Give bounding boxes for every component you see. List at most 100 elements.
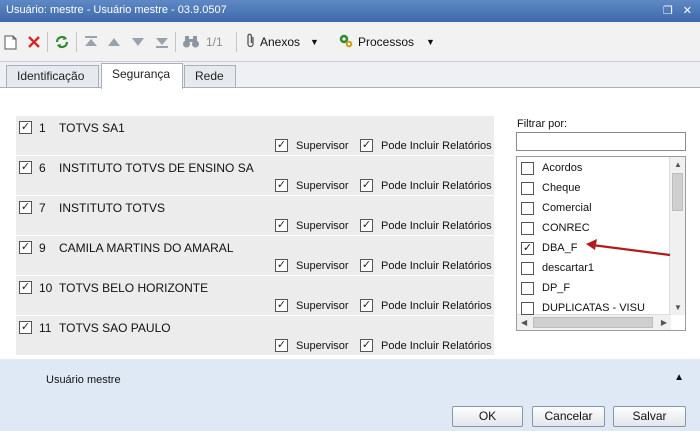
annotation-arrow-icon <box>586 239 671 257</box>
company-name: TOTVS SAO PAULO <box>59 321 171 335</box>
company-checkbox[interactable]: ✓ <box>19 321 32 334</box>
company-name: INSTITUTO TOTVS <box>59 201 166 215</box>
group-checkbox[interactable] <box>521 261 534 275</box>
company-entry: ✓ 9 CAMILA MARTINS DO AMARAL ✓ Supervisor ✓ Po… <box>16 236 494 276</box>
filter-label: Filtrar por: <box>517 118 568 130</box>
chevron-down-icon: ▼ <box>310 37 319 47</box>
paperclip-icon <box>246 33 256 51</box>
processes-menu[interactable]: Processos ▼ <box>338 33 435 51</box>
group-label: Acordos <box>542 162 583 174</box>
company-code: 10 <box>39 281 53 295</box>
last-record-icon[interactable] <box>155 33 169 51</box>
refresh-icon[interactable] <box>54 33 70 51</box>
tab-rede[interactable]: Rede <box>184 65 236 88</box>
reports-checkbox[interactable]: ✓ <box>360 179 373 192</box>
tab-strip: Identificação Segurança Rede <box>0 62 700 89</box>
processes-label: Processos <box>358 35 415 49</box>
company-checkbox[interactable]: ✓ <box>19 281 32 294</box>
company-code: 9 <box>39 241 46 255</box>
scroll-thumb-horizontal[interactable] <box>533 317 653 328</box>
group-checkbox[interactable] <box>521 281 534 295</box>
group-checkbox[interactable] <box>521 161 534 175</box>
status-user: Usuário mestre <box>46 374 121 386</box>
company-entry: ✓ 10 TOTVS BELO HORIZONTE ✓ Supervisor ✓ Pode … <box>16 276 494 316</box>
cancel-button[interactable]: Cancelar <box>532 406 605 427</box>
company-code: 6 <box>39 161 46 175</box>
toolbar: 1/1 Anexos ▼ Processos ▼ <box>0 22 700 62</box>
filter-input[interactable] <box>516 132 686 151</box>
group-checkbox[interactable] <box>521 221 534 235</box>
reports-checkbox[interactable]: ✓ <box>360 259 373 272</box>
gear-icon <box>338 33 353 51</box>
tab-seguranca[interactable]: Segurança <box>101 63 183 89</box>
scroll-down-icon[interactable]: ▼ <box>674 303 682 312</box>
reports-label: Pode Incluir Relatórios <box>381 300 492 312</box>
company-name: CAMILA MARTINS DO AMARAL <box>59 241 234 255</box>
scroll-left-icon[interactable]: ◀ <box>521 318 527 327</box>
security-panel: ✓ 1 TOTVS SA1 ✓ Supervisor ✓ Pode Incluir Rela… <box>0 87 700 359</box>
company-entry: ✓ 11 TOTVS SAO PAULO ✓ Supervisor ✓ Pode Inclu… <box>16 316 494 356</box>
reports-checkbox[interactable]: ✓ <box>360 139 373 152</box>
group-list-item[interactable]: Comercial <box>521 198 592 218</box>
supervisor-checkbox[interactable]: ✓ <box>275 139 288 152</box>
group-list-item[interactable]: Acordos <box>521 158 582 178</box>
scroll-thumb[interactable] <box>672 173 683 211</box>
reports-checkbox[interactable]: ✓ <box>360 219 373 232</box>
scroll-right-icon[interactable]: ▶ <box>661 318 667 327</box>
group-checkbox[interactable] <box>521 181 534 195</box>
group-checkbox[interactable]: ✓ <box>521 241 534 255</box>
window-title: Usuário: mestre - Usuário mestre - 03.9.… <box>6 4 227 16</box>
reports-checkbox[interactable]: ✓ <box>360 339 373 352</box>
group-label: DP_F <box>542 282 571 294</box>
close-window-icon[interactable]: ✕ <box>683 4 692 17</box>
group-list-item[interactable]: CONREC <box>521 218 590 238</box>
group-list-item[interactable]: DP_F <box>521 278 570 298</box>
group-list-item[interactable]: DUPLICATAS - VISU <box>521 298 645 318</box>
supervisor-checkbox[interactable]: ✓ <box>275 299 288 312</box>
supervisor-checkbox[interactable]: ✓ <box>275 259 288 272</box>
group-label: CONREC <box>542 222 590 234</box>
supervisor-checkbox[interactable]: ✓ <box>275 219 288 232</box>
company-checkbox[interactable]: ✓ <box>19 201 32 214</box>
supervisor-label: Supervisor <box>296 140 349 152</box>
group-list-item[interactable]: Cheque <box>521 178 581 198</box>
previous-record-icon[interactable] <box>108 33 120 51</box>
group-list-item[interactable]: ✓ DBA_F <box>521 238 577 258</box>
group-label: Comercial <box>542 202 592 214</box>
title-bar: Usuário: mestre - Usuário mestre - 03.9.… <box>0 0 700 22</box>
record-position: 1/1 <box>206 35 223 49</box>
company-checkbox[interactable]: ✓ <box>19 161 32 174</box>
supervisor-checkbox[interactable]: ✓ <box>275 179 288 192</box>
new-document-icon[interactable] <box>4 33 17 51</box>
company-name: TOTVS BELO HORIZONTE <box>59 281 209 295</box>
restore-window-icon[interactable]: ❐ <box>663 4 673 17</box>
supervisor-label: Supervisor <box>296 180 349 192</box>
scroll-up-icon[interactable]: ▲ <box>674 160 682 169</box>
next-record-icon[interactable] <box>132 33 144 51</box>
save-button[interactable]: Salvar <box>613 406 686 427</box>
reports-checkbox[interactable]: ✓ <box>360 299 373 312</box>
group-checkbox[interactable] <box>521 201 534 215</box>
ok-button[interactable]: OK <box>452 406 523 427</box>
first-record-icon[interactable] <box>84 33 98 51</box>
binoculars-icon[interactable] <box>182 33 200 51</box>
attachments-menu[interactable]: Anexos ▼ <box>246 33 319 51</box>
company-name: INSTITUTO TOTVS DE ENSINO SA <box>59 161 254 175</box>
tab-identificacao[interactable]: Identificação <box>6 65 99 88</box>
company-checkbox[interactable]: ✓ <box>19 241 32 254</box>
company-code: 11 <box>39 321 52 335</box>
company-checkbox[interactable]: ✓ <box>19 121 32 134</box>
delete-x-icon[interactable] <box>27 33 41 51</box>
company-entry: ✓ 6 INSTITUTO TOTVS DE ENSINO SA ✓ Superviso… <box>16 156 494 196</box>
company-list: ✓ 1 TOTVS SA1 ✓ Supervisor ✓ Pode Incluir Rela… <box>16 116 494 356</box>
group-label: DUPLICATAS - VISU <box>542 302 645 314</box>
company-name: TOTVS SA1 <box>59 121 125 135</box>
company-code: 1 <box>39 121 46 135</box>
collapse-up-icon[interactable]: ▲ <box>674 372 684 383</box>
supervisor-checkbox[interactable]: ✓ <box>275 339 288 352</box>
group-checkbox[interactable] <box>521 301 534 315</box>
group-label: descartar1 <box>542 262 594 274</box>
supervisor-label: Supervisor <box>296 340 349 352</box>
company-code: 7 <box>39 201 46 215</box>
reports-label: Pode Incluir Relatórios <box>381 140 492 152</box>
